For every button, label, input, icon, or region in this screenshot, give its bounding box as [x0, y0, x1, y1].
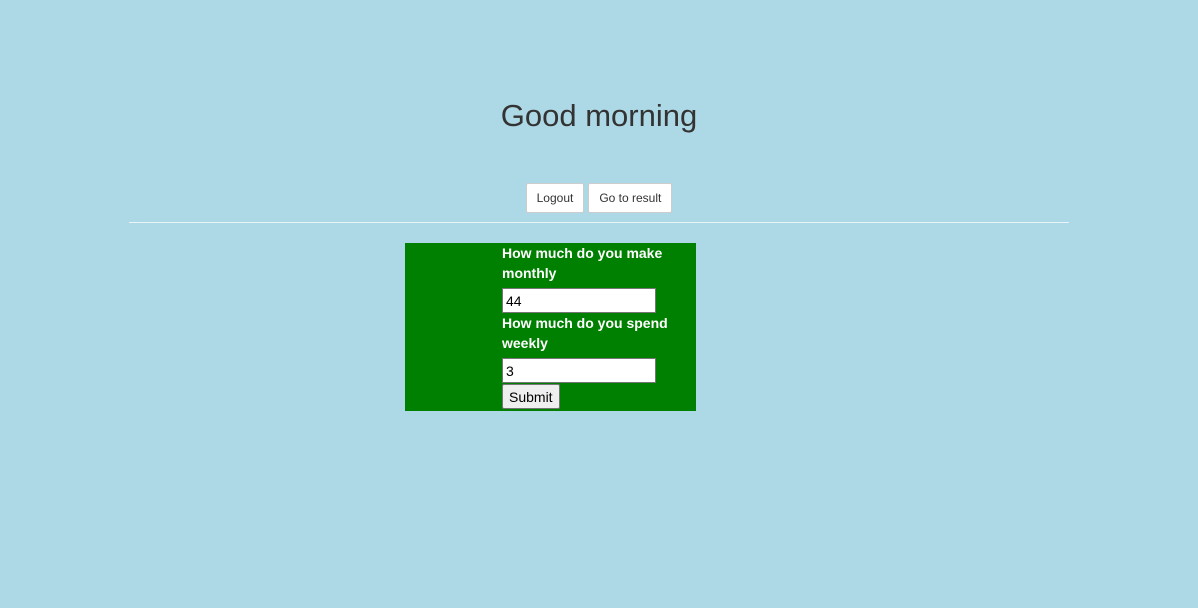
- budget-form: How much do you make monthly How much do…: [502, 243, 687, 409]
- submit-button[interactable]: Submit: [502, 384, 560, 409]
- go-to-result-button[interactable]: Go to result: [588, 183, 673, 213]
- divider: [129, 222, 1069, 223]
- budget-form-panel: How much do you make monthly How much do…: [405, 243, 696, 411]
- weekly-spending-label: How much do you spend weekly: [502, 315, 668, 351]
- monthly-income-label: How much do you make monthly: [502, 245, 663, 281]
- page-title: Good morning: [500, 98, 698, 133]
- logout-button[interactable]: Logout: [525, 183, 585, 213]
- weekly-spending-input[interactable]: [502, 358, 656, 383]
- monthly-income-input[interactable]: [502, 288, 656, 313]
- nav-button-group: Logout Go to result: [0, 183, 1198, 213]
